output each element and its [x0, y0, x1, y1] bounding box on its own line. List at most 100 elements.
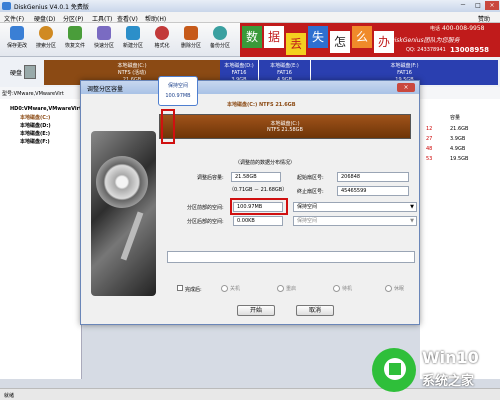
watermark-subtitle: 系统之家: [422, 374, 475, 389]
tree-item-e[interactable]: 本地磁盘(E:): [20, 130, 50, 137]
space-tooltip: 保持空间 100.97MB: [158, 76, 198, 106]
after-space-label: 分区后部的空间:: [187, 219, 224, 225]
start-sector-label: 起始扇区号:: [297, 175, 324, 181]
table-cell: 3.9GB: [450, 136, 466, 142]
before-space-highlight: [230, 198, 288, 215]
format-icon: [155, 26, 169, 40]
app-icon: [2, 2, 11, 10]
tree-item-disk[interactable]: HD0:VMware,VMwareVirt: [10, 106, 81, 112]
dialog-close-button[interactable]: ×: [397, 83, 415, 92]
delete-partition-button[interactable]: 删除分区: [177, 26, 205, 54]
banner-qq: QQ: 243378941: [406, 47, 446, 53]
table-cell: 4.9GB: [450, 146, 466, 152]
new-partition-icon: [126, 26, 140, 40]
when-done-checkbox[interactable]: [177, 285, 183, 291]
banner-char: 丢: [286, 33, 306, 55]
radio-circle: [221, 285, 228, 292]
menu-sponsor[interactable]: 赞助: [478, 14, 490, 23]
banner-char: 失: [308, 26, 328, 48]
size-after-field[interactable]: 21.58GB: [231, 172, 281, 182]
resize-bar-size: NTFS 21.58GB: [267, 127, 303, 133]
menu-partition[interactable]: 分区(P): [63, 14, 83, 23]
disk-drive-icon: [24, 65, 36, 79]
table-cell: 21.6GB: [450, 126, 469, 132]
tree-item-f[interactable]: 本地磁盘(F:): [20, 138, 50, 145]
start-sector-field[interactable]: 206848: [337, 172, 409, 182]
size-after-label: 调整后容量:: [197, 175, 224, 181]
menu-bar: 文件(F) 硬盘(D) 分区(P) 工具(T) 查看(V) 帮助(H) 赞助: [0, 12, 500, 23]
menu-file[interactable]: 文件(F): [4, 14, 24, 23]
when-done-label: 完成后:: [185, 287, 202, 293]
after-space-field[interactable]: 0.00KB: [233, 216, 283, 226]
disk-info-text: 型号:VMware,VMwareVirt: [2, 91, 64, 97]
tooltip-value: 100.97MB: [165, 93, 191, 99]
menu-view[interactable]: 查看(V): [117, 14, 138, 23]
menu-help[interactable]: 帮助(H): [145, 14, 166, 23]
radio-circle: [277, 285, 284, 292]
backup-icon: [213, 26, 227, 40]
search-icon: [39, 26, 53, 40]
watermark: Win10 系统之家: [372, 344, 500, 400]
end-sector-label: 终止扇区号:: [297, 189, 324, 195]
partition-table: 容量 12 21.6GB 27 3.9GB 48 4.9GB 53 19.5GB: [420, 99, 500, 379]
chevron-down-icon: ▼: [410, 218, 414, 224]
banner-phone-label: 电话: [430, 26, 441, 32]
search-partition-button[interactable]: 搜索分区: [32, 26, 60, 54]
quick-partition-button[interactable]: 快速分区: [90, 26, 118, 54]
disk-tree: HD0:VMware,VMwareVirt 本地磁盘(C:) 本地磁盘(D:) …: [0, 99, 82, 379]
hard-drive-illustration: [91, 131, 156, 296]
status-text: 就绪: [4, 393, 15, 399]
radio-circle: [333, 285, 340, 292]
banner-phone2: 13008958: [450, 46, 489, 54]
save-icon: [10, 26, 24, 40]
table-cell: 12: [426, 126, 433, 132]
backup-partition-button[interactable]: 备份分区: [206, 26, 234, 54]
resize-handle-left[interactable]: [161, 109, 175, 144]
recover-icon: [68, 26, 82, 40]
dialog-titlebar: 调整分区容量 ×: [81, 81, 419, 94]
watermark-brand: Win10: [422, 348, 479, 367]
resize-bar-name: 本地磁盘(C:): [270, 121, 300, 127]
banner-phone: 400-008-9958: [442, 25, 485, 32]
maximize-button[interactable]: □: [471, 1, 485, 10]
end-sector-field[interactable]: 45465599: [337, 186, 409, 196]
after-space-select[interactable]: 保持空间 ▼: [293, 216, 417, 226]
ad-banner[interactable]: 数 据 丢 失 怎 么 办 电话 400-008-9958 DiskGenius…: [240, 23, 500, 57]
close-button[interactable]: ×: [485, 1, 499, 10]
table-cell: 48: [426, 146, 433, 152]
progress-box: [167, 251, 415, 263]
banner-char: 么: [352, 26, 372, 48]
menu-disk[interactable]: 硬盘(D): [34, 14, 55, 23]
window-title: DiskGenius V4.0.1 免费版: [14, 4, 89, 11]
minimize-button[interactable]: －: [456, 1, 470, 10]
disk-platter: [96, 156, 148, 208]
radio-hibernate[interactable]: 休眠: [385, 285, 404, 292]
menu-tools[interactable]: 工具(T): [92, 14, 112, 23]
radio-standby[interactable]: 待机: [333, 285, 352, 292]
window-titlebar: DiskGenius V4.0.1 免费版 － □ ×: [0, 0, 500, 12]
tree-item-d[interactable]: 本地磁盘(D:): [20, 122, 51, 129]
chevron-down-icon: ▼: [410, 204, 414, 210]
tree-item-c[interactable]: 本地磁盘(C:): [20, 114, 50, 121]
dialog-title: 调整分区容量: [87, 86, 124, 93]
new-partition-button[interactable]: 新建分区: [119, 26, 147, 54]
banner-char: 据: [264, 26, 284, 48]
partition-header: 本地磁盘(C:) NTFS 21.6GB: [227, 102, 296, 108]
table-cell: 19.5GB: [450, 156, 469, 162]
cancel-button[interactable]: 取消: [296, 305, 334, 316]
table-cell: 27: [426, 136, 433, 142]
partition-resize-bar[interactable]: 本地磁盘(C:) NTFS 21.58GB: [159, 114, 411, 139]
banner-brand: DiskGenius团队为您服务: [390, 37, 460, 44]
size-range: （0.71GB － 21.68GB）: [229, 187, 288, 193]
radio-circle: [385, 285, 392, 292]
format-button[interactable]: 格式化: [148, 26, 176, 54]
resize-partition-dialog: 调整分区容量 × 本地磁盘(C:) NTFS 21.6GB 本地磁盘(C:) N…: [80, 80, 420, 325]
radio-shutdown[interactable]: 关机: [221, 285, 240, 292]
save-button[interactable]: 保存更改: [3, 26, 31, 54]
before-space-label: 分区前部的空间:: [187, 205, 224, 211]
radio-restart[interactable]: 重启: [277, 285, 296, 292]
watermark-logo-icon: [372, 348, 416, 392]
before-space-select[interactable]: 保持空间 ▼: [293, 202, 417, 212]
recover-files-button[interactable]: 恢复文件: [61, 26, 89, 54]
start-button[interactable]: 开始: [237, 305, 275, 316]
